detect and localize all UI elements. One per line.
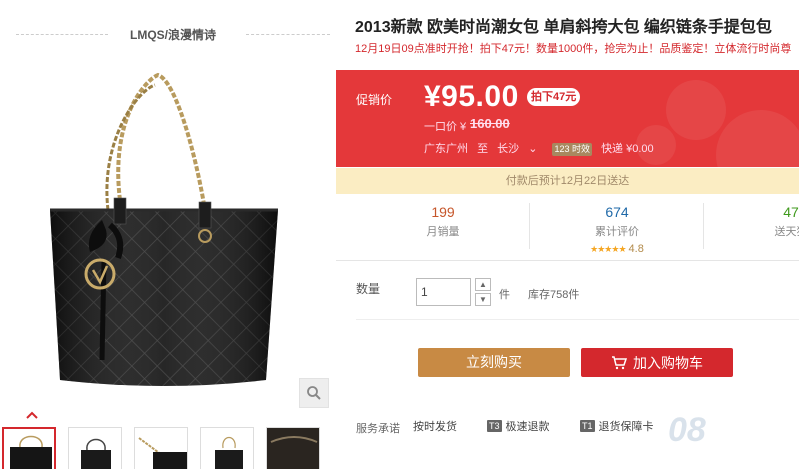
zoom-button[interactable] <box>299 378 329 408</box>
decoration <box>666 80 726 140</box>
promo-price-label: 促销价 <box>356 93 393 107</box>
add-to-cart-button[interactable]: 加入购物车 <box>581 348 733 377</box>
price-badge: 拍下47元 <box>527 88 581 106</box>
service-text: 极速退款 <box>505 421 550 433</box>
promo-price: ¥95.00 <box>424 80 519 113</box>
rating-row: ★★★★★ 4.8 <box>532 241 702 255</box>
review-label: 累计评价 <box>595 226 639 238</box>
divider <box>246 34 330 35</box>
cart-icon <box>612 355 627 369</box>
product-subtitle: 12月19日09点准时开抢！拍下47元！数量1000件，抢完为止！品质鉴定！立体… <box>355 43 792 55</box>
quantity-unit: 件 <box>499 289 510 301</box>
thumbnail-strip <box>0 425 336 469</box>
magnifier-icon <box>307 386 321 400</box>
thumbnail-image <box>215 436 243 469</box>
quantity-label: 数量 <box>356 282 381 296</box>
thumbnail-1[interactable] <box>2 427 56 469</box>
delivery-time-tag: 123 时效 <box>552 143 592 156</box>
service-text: 按时发货 <box>413 421 457 433</box>
buy-now-button[interactable]: 立刻购买 <box>418 348 570 377</box>
service-item[interactable]: 按时发货 <box>413 418 457 434</box>
price-panel: 促销价 ¥95.00 拍下47元 一口价 ¥ 160.00 广东广州 至 长沙 … <box>336 70 799 167</box>
thumbnail-scroll-up-icon[interactable] <box>26 410 38 420</box>
quantity-increase-button[interactable]: ▲ <box>475 278 491 291</box>
delivery-estimate: 付款后预计12月22日送达 <box>336 168 799 194</box>
ship-from: 广东广州 <box>424 143 468 155</box>
monthly-sales: 199 月销量 <box>358 195 528 261</box>
add-to-cart-label: 加入购物车 <box>633 354 703 371</box>
original-price: 160.00 <box>470 116 510 131</box>
chevron-down-icon: ⌄ <box>528 143 538 155</box>
service-item[interactable]: T3 极速退款 <box>487 418 550 434</box>
thumbnail-3[interactable] <box>134 427 188 469</box>
thumbnail-image <box>10 435 52 469</box>
service-tag: T3 <box>487 420 502 432</box>
thumbnail-2[interactable] <box>68 427 122 469</box>
ship-to-word: 至 <box>477 143 489 155</box>
review-count: 674 <box>605 204 629 220</box>
cumulative-reviews[interactable]: 674 累计评价 ★★★★★ 4.8 <box>532 195 702 261</box>
ship-to: 长沙 <box>497 143 520 155</box>
quantity-decrease-button[interactable]: ▼ <box>475 293 491 306</box>
stock-count: 库存758件 <box>528 289 580 301</box>
ship-to-select[interactable]: 长沙 ⌄ <box>497 143 543 155</box>
product-info: 2013新款 欧美时尚潮女包 单肩斜挎大包 编织链条手提包包 12月19日09点… <box>336 0 799 469</box>
chevron-down-icon: ▼ <box>479 295 487 304</box>
shipping-info: 广东广州 至 长沙 ⌄ 123 时效 快递 ¥0.00 <box>424 140 660 156</box>
service-tag: T1 <box>580 420 595 432</box>
thumbnail-image <box>81 438 111 469</box>
sales-count: 199 <box>431 204 455 220</box>
sales-label: 月销量 <box>426 226 460 238</box>
thumbnail-image <box>267 428 319 469</box>
points-value: 47 <box>783 204 799 220</box>
shop-header: LMQS/浪漫情诗 <box>16 24 330 44</box>
tmall-points: 47 送天猫 <box>706 195 799 261</box>
thumbnail-4[interactable] <box>200 427 254 469</box>
original-price-label: 一口价 ¥ <box>424 121 467 133</box>
service-label: 服务承诺 <box>356 423 400 435</box>
thumbnail-image <box>138 437 187 469</box>
rating-score: 4.8 <box>628 243 644 255</box>
divider <box>356 319 799 320</box>
watermark: 08 <box>668 411 706 449</box>
main-product-image[interactable] <box>30 60 296 400</box>
product-gallery: LMQS/浪漫情诗 <box>0 0 336 469</box>
divider <box>529 203 530 249</box>
product-title: 2013新款 欧美时尚潮女包 单肩斜挎大包 编织链条手提包包 <box>355 19 772 36</box>
points-label: 送天猫 <box>774 226 799 238</box>
decoration <box>716 110 799 167</box>
stats-row: 199 月销量 674 累计评价 ★★★★★4.8 47 送天猫 <box>336 195 799 261</box>
delivery-fee: 快递 ¥0.00 <box>601 143 654 155</box>
quantity-input[interactable] <box>416 278 471 306</box>
chevron-up-icon: ▲ <box>479 280 487 289</box>
service-text: 退货保障卡 <box>598 421 654 433</box>
service-item[interactable]: T1 退货保障卡 <box>580 418 654 434</box>
star-rating-icon: ★★★★★ <box>590 244 626 254</box>
thumbnail-5[interactable] <box>266 427 320 469</box>
divider <box>703 203 704 249</box>
